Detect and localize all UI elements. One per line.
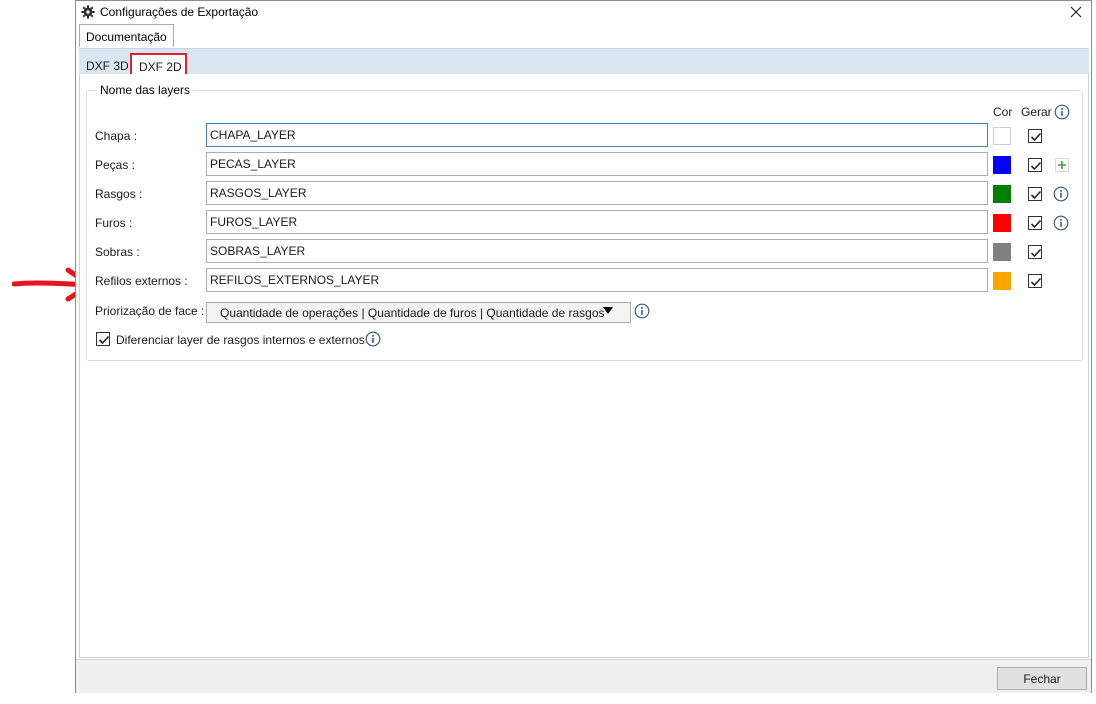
inner-tab-strip: DXF 3D DXF 2D (79, 48, 1089, 77)
refilos-externos-generate-checkbox[interactable] (1028, 274, 1042, 288)
info-icon[interactable] (634, 303, 650, 319)
close-button[interactable]: Fechar (997, 667, 1087, 690)
tab-label: DXF 2D (139, 60, 182, 74)
rasgos-color-swatch[interactable] (993, 185, 1011, 203)
sobras-layer-input[interactable] (206, 239, 988, 263)
pecas-color-swatch[interactable] (993, 156, 1011, 174)
pecas-label: Peças : (95, 158, 136, 172)
gear-icon (81, 5, 95, 19)
pecas-layer-input[interactable] (206, 152, 988, 176)
chapa-generate-checkbox[interactable] (1028, 129, 1042, 143)
tab-label: Documentação (86, 30, 167, 44)
differentiate-checkbox[interactable] (96, 332, 110, 346)
sobras-color-swatch[interactable] (993, 243, 1011, 261)
group-title: Nome das layers (97, 83, 194, 97)
priority-label: Priorização de face : (95, 304, 205, 318)
chapa-layer-input[interactable] (206, 123, 988, 147)
furos-layer-input[interactable] (206, 210, 988, 234)
color-column-header: Cor (993, 105, 1013, 119)
generate-column-header: Gerar (1021, 105, 1052, 119)
furos-color-swatch[interactable] (993, 214, 1011, 232)
rasgos-generate-checkbox[interactable] (1028, 187, 1042, 201)
tab-documentacao[interactable]: Documentação (79, 24, 174, 47)
differentiate-label: Diferenciar layer de rasgos internos e e… (116, 333, 365, 347)
add-icon[interactable] (1055, 158, 1069, 172)
furos-generate-checkbox[interactable] (1028, 216, 1042, 230)
close-icon[interactable] (1067, 3, 1085, 21)
chapa-label: Chapa : (95, 129, 138, 143)
dropdown-arrow-icon[interactable] (603, 307, 613, 315)
refilos-externos-layer-input[interactable] (206, 268, 988, 292)
info-icon[interactable] (1054, 104, 1070, 120)
info-icon[interactable] (365, 331, 381, 347)
rasgos-label: Rasgos : (95, 187, 143, 201)
refilos-externos-label: Refilos externos : (95, 274, 188, 288)
title-bar: Configurações de Exportação (76, 1, 1091, 23)
info-icon[interactable] (1053, 186, 1069, 202)
rasgos-layer-input[interactable] (206, 181, 988, 205)
priority-select[interactable]: Quantidade de operações | Quantidade de … (206, 302, 631, 323)
close-button-label: Fechar (1023, 672, 1061, 686)
sobras-label: Sobras : (95, 245, 140, 259)
refilos-externos-color-swatch[interactable] (993, 272, 1011, 290)
furos-label: Furos : (95, 216, 133, 230)
window-title: Configurações de Exportação (100, 5, 259, 19)
pecas-generate-checkbox[interactable] (1028, 158, 1042, 172)
dialog-footer: Fechar (76, 660, 1091, 693)
chapa-color-swatch[interactable] (993, 127, 1011, 145)
export-settings-dialog: Configurações de Exportação Documentação… (75, 0, 1092, 693)
info-icon[interactable] (1053, 215, 1069, 231)
priority-selected-value: Quantidade de operações | Quantidade de … (220, 306, 605, 320)
tab-label: DXF 3D (86, 59, 129, 73)
sobras-generate-checkbox[interactable] (1028, 245, 1042, 259)
